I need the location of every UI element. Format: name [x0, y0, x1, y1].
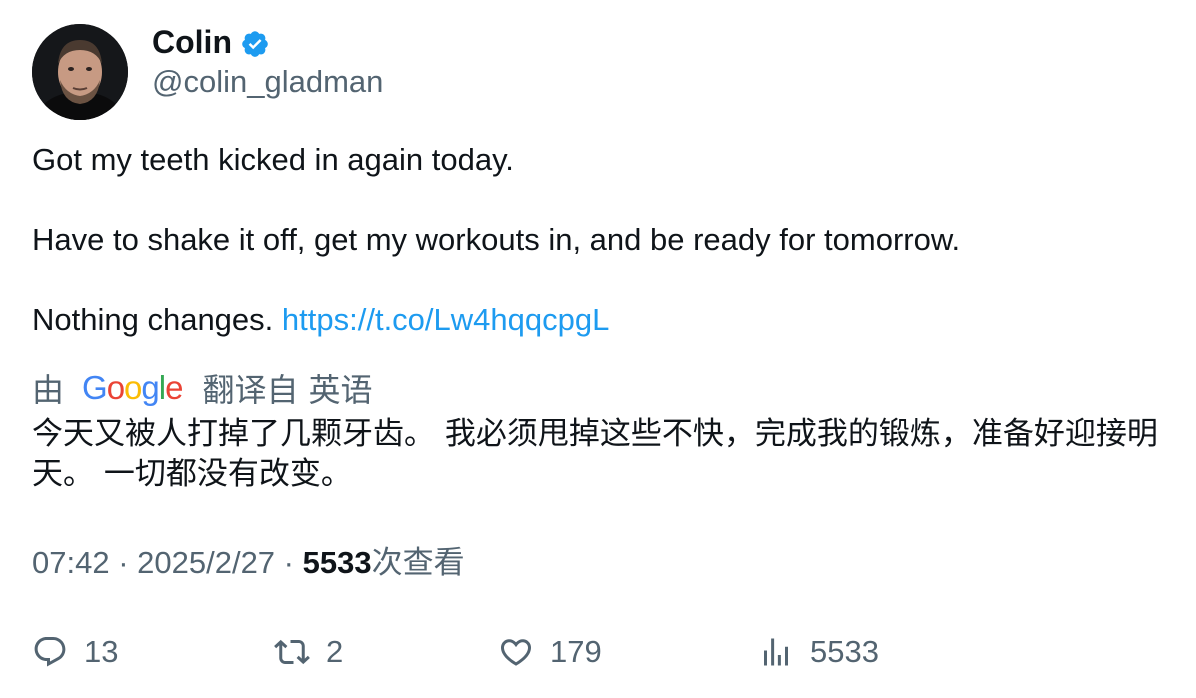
translation-language: 英语 [308, 371, 373, 409]
author-handle[interactable]: @colin_gladman [152, 62, 383, 102]
bar-chart-icon [764, 638, 788, 666]
avatar[interactable] [32, 24, 128, 120]
tweet-text: Got my teeth kicked in again today. Have… [32, 140, 960, 340]
meta-separator-2: · [275, 545, 303, 580]
author-display-name-row[interactable]: Colin [152, 22, 270, 62]
views-action-count: 5533 [810, 634, 879, 669]
tweet-line-3: Nothing changes. [32, 302, 274, 337]
action-bar: 13 2 179 5533 [0, 628, 1196, 676]
views-button[interactable]: 5533 [758, 628, 879, 676]
tweet-date[interactable]: 2025/2/27 [137, 545, 275, 580]
translation-from-label: 翻译自 [202, 371, 299, 409]
tweet-time[interactable]: 07:42 [32, 545, 110, 580]
reply-button[interactable]: 13 [32, 628, 118, 676]
google-logo: Google [82, 369, 183, 406]
tweet-card: Colin @colin_gladman Got my teeth kicked… [0, 0, 1196, 698]
reply-icon [34, 637, 66, 667]
tweet-link[interactable]: https://t.co/Lw4hqqcpgL [282, 302, 609, 337]
views-count: 5533 [302, 545, 372, 580]
reply-count: 13 [84, 634, 119, 669]
tweet-line-1: Got my teeth kicked in again today. [32, 142, 514, 177]
tweet-line-3-container: Nothing changes. https://t.co/Lw4hqqcpgL [32, 300, 960, 340]
retweet-count: 2 [326, 634, 344, 669]
like-count: 179 [550, 634, 602, 669]
verified-badge-icon [242, 31, 268, 57]
translation-attribution[interactable]: 由 Google 翻译自 英语 [32, 366, 373, 410]
views-label: 次查看 [371, 545, 465, 581]
heart-icon [500, 639, 532, 666]
tweet-line-2: Have to shake it off, get my workouts in… [32, 222, 961, 257]
tweet-meta: 07:42 · 2025/2/27 · 5533次查看 [32, 543, 465, 583]
translation-by-label: 由 [32, 371, 65, 409]
translated-text: 今天又被人打掉了几颗牙齿。 我必须甩掉这些不快，完成我的锻炼，准备好迎接明天。 … [32, 416, 1158, 492]
retweet-icon [274, 639, 310, 665]
author-name[interactable]: Colin [152, 22, 232, 62]
like-button[interactable]: 179 [498, 628, 602, 676]
meta-separator-1: · [109, 545, 138, 580]
retweet-button[interactable]: 2 [274, 628, 343, 676]
avatar-image [32, 24, 128, 120]
